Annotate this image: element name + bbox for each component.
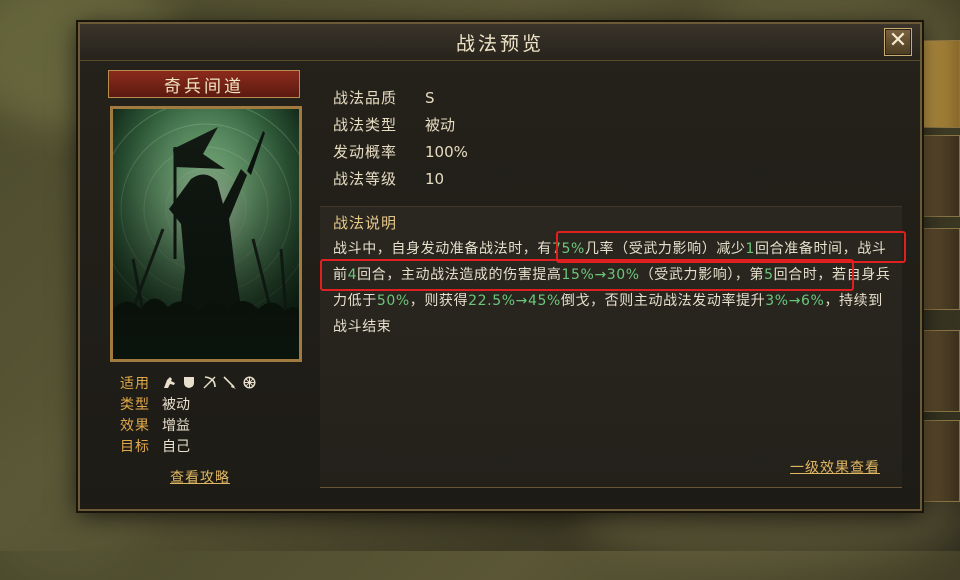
side-tab[interactable]	[916, 330, 960, 412]
info-value: S	[425, 88, 435, 107]
annotation-box	[320, 259, 854, 291]
info-quality-row: 战法品质 S	[333, 84, 468, 111]
side-tab[interactable]	[916, 420, 960, 502]
info-key: 战法等级	[333, 170, 398, 188]
info-probability-row: 发动概率 100%	[333, 138, 468, 165]
troop-type-icons	[162, 376, 256, 390]
info-type-row: 战法类型 被动	[333, 111, 468, 138]
info-level-row: 战法等级 10	[333, 165, 468, 192]
attr-apply-label: 适用	[120, 375, 150, 392]
skill-name: 奇兵间道	[164, 76, 244, 97]
attr-effect-row: 效果 增益	[120, 414, 300, 435]
description-segment: 战斗中，自身发动准备战法时，有	[333, 241, 552, 257]
description-highlight: 3%→6%	[765, 293, 825, 309]
attr-type-row: 类型 被动	[120, 393, 300, 414]
skill-preview-dialog: 战法预览 ✕ 奇兵间道 适用 类型 被动 效果 增益 目标 自己 查看攻略 战法…	[78, 22, 922, 511]
side-tab[interactable]	[916, 135, 960, 217]
description-segment: 倒戈，否则主动战法发动率提升	[560, 293, 766, 309]
attr-apply-row: 适用	[120, 372, 300, 393]
wheel-icon	[242, 376, 256, 390]
shield-icon	[182, 376, 196, 390]
attr-target-label: 目标	[120, 438, 150, 455]
info-value: 10	[425, 169, 445, 188]
attr-effect-label: 效果	[120, 417, 150, 434]
info-value: 被动	[425, 116, 456, 134]
skill-card-art	[110, 106, 302, 362]
spear-icon	[222, 376, 236, 390]
info-key: 战法品质	[333, 89, 398, 107]
description-panel: 战法说明 战斗中，自身发动准备战法时，有75%几率（受武力影响）减少1回合准备时…	[320, 206, 906, 488]
bow-icon	[202, 376, 216, 390]
attr-target-value: 自己	[162, 438, 190, 455]
info-key: 发动概率	[333, 143, 398, 161]
close-button[interactable]: ✕	[884, 28, 912, 56]
attr-type-value: 被动	[162, 396, 190, 413]
side-tab[interactable]	[916, 40, 960, 128]
description-highlight: 22.5%→45%	[468, 293, 561, 309]
attr-type-label: 类型	[120, 396, 150, 413]
skill-attributes: 适用 类型 被动 效果 增益 目标 自己	[120, 372, 300, 456]
dialog-header: 战法预览 ✕	[80, 24, 920, 61]
description-highlight: 50%	[376, 293, 410, 309]
attr-target-row: 目标 自己	[120, 435, 300, 456]
view-strategy-link[interactable]: 查看攻略	[170, 467, 230, 487]
dialog-title: 战法预览	[455, 32, 544, 55]
info-value: 100%	[425, 142, 468, 161]
description-title: 战法说明	[333, 214, 398, 232]
level-one-effect-link[interactable]: 一级效果查看	[790, 457, 880, 477]
skill-name-banner: 奇兵间道	[108, 70, 300, 98]
description-segment: ，则获得	[409, 293, 469, 309]
cavalry-icon	[162, 376, 176, 390]
skill-info: 战法品质 S 战法类型 被动 发动概率 100% 战法等级 10	[333, 84, 468, 192]
attr-effect-value: 增益	[162, 417, 190, 434]
info-key: 战法类型	[333, 116, 398, 134]
side-tab[interactable]	[916, 228, 960, 310]
